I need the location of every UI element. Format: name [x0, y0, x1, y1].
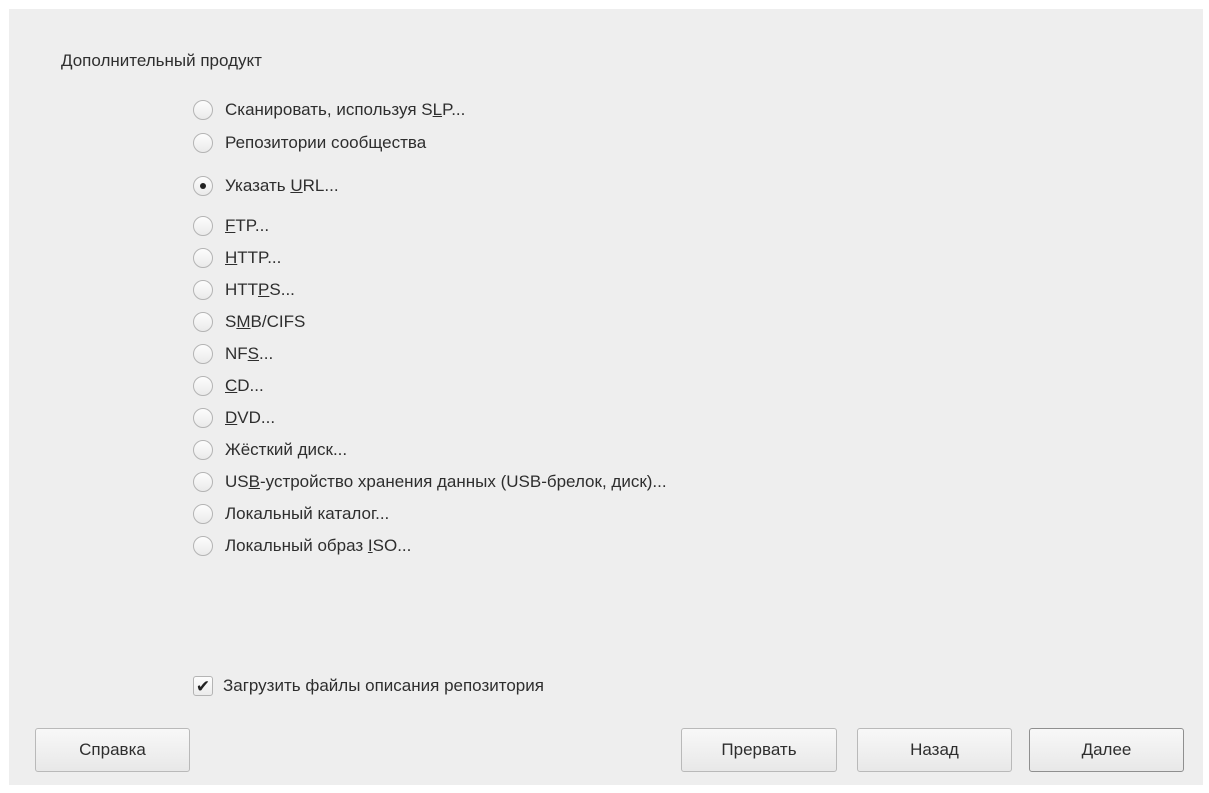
option-label: SMB/CIFS	[225, 312, 306, 331]
radio-checked-icon[interactable]	[193, 176, 213, 196]
download-repo-description-checkbox[interactable]: ✔ Загрузить файлы описания репозитория	[193, 673, 544, 699]
option-ftp[interactable]: FTP...	[193, 213, 269, 239]
option-label: HTTPS...	[225, 280, 295, 299]
radio-circle-icon[interactable]	[193, 312, 213, 332]
radio-circle-icon[interactable]	[193, 472, 213, 492]
option-label: Сканировать, используя SLP...	[225, 100, 466, 119]
radio-circle-icon[interactable]	[193, 376, 213, 396]
checkmark-icon[interactable]: ✔	[193, 676, 213, 696]
option-http[interactable]: HTTP...	[193, 245, 281, 271]
option-cd[interactable]: CD...	[193, 373, 264, 399]
option-label: NFS...	[225, 344, 274, 363]
radio-circle-icon[interactable]	[193, 248, 213, 268]
option-hard-disk[interactable]: Жёсткий диск...	[193, 437, 347, 463]
option-https[interactable]: HTTPS...	[193, 277, 295, 303]
back-button[interactable]: Назад	[857, 728, 1012, 772]
radio-circle-icon[interactable]	[193, 440, 213, 460]
option-nfs[interactable]: NFS...	[193, 341, 273, 367]
option-label: Локальный каталог...	[225, 504, 390, 523]
radio-circle-icon[interactable]	[193, 280, 213, 300]
dialog-window: Дополнительный продукт Сканировать, испо…	[9, 9, 1203, 785]
radio-circle-icon[interactable]	[193, 504, 213, 524]
option-scan-slp[interactable]: Сканировать, используя SLP...	[193, 97, 465, 123]
option-label: HTTP...	[225, 248, 282, 267]
option-label: DVD...	[225, 408, 276, 427]
option-label: CD...	[225, 376, 264, 395]
option-specify-url[interactable]: Указать URL...	[193, 173, 339, 199]
option-label: Указать URL...	[225, 176, 339, 195]
option-community-repos[interactable]: Репозитории сообщества	[193, 130, 426, 156]
checkbox-label: Загрузить файлы описания репозитория	[223, 676, 544, 695]
radio-circle-icon[interactable]	[193, 536, 213, 556]
help-button[interactable]: Справка	[35, 728, 190, 772]
radio-circle-icon[interactable]	[193, 100, 213, 120]
option-dvd[interactable]: DVD...	[193, 405, 275, 431]
radio-circle-icon[interactable]	[193, 133, 213, 153]
option-label: USB-устройство хранения данных (USB-брел…	[225, 472, 667, 491]
option-label: Жёсткий диск...	[225, 440, 348, 459]
option-local-iso[interactable]: Локальный образ ISO...	[193, 533, 411, 559]
radio-circle-icon[interactable]	[193, 344, 213, 364]
option-label: Локальный образ ISO...	[225, 536, 412, 555]
option-smb-cifs[interactable]: SMB/CIFS	[193, 309, 305, 335]
radio-circle-icon[interactable]	[193, 408, 213, 428]
radio-circle-icon[interactable]	[193, 216, 213, 236]
section-title: Дополнительный продукт	[61, 51, 262, 70]
option-label: Репозитории сообщества	[225, 133, 427, 152]
option-usb-storage[interactable]: USB-устройство хранения данных (USB-брел…	[193, 469, 667, 495]
option-local-directory[interactable]: Локальный каталог...	[193, 501, 389, 527]
option-label: FTP...	[225, 216, 270, 235]
abort-button[interactable]: Прервать	[681, 728, 837, 772]
next-button[interactable]: Далее	[1029, 728, 1184, 772]
